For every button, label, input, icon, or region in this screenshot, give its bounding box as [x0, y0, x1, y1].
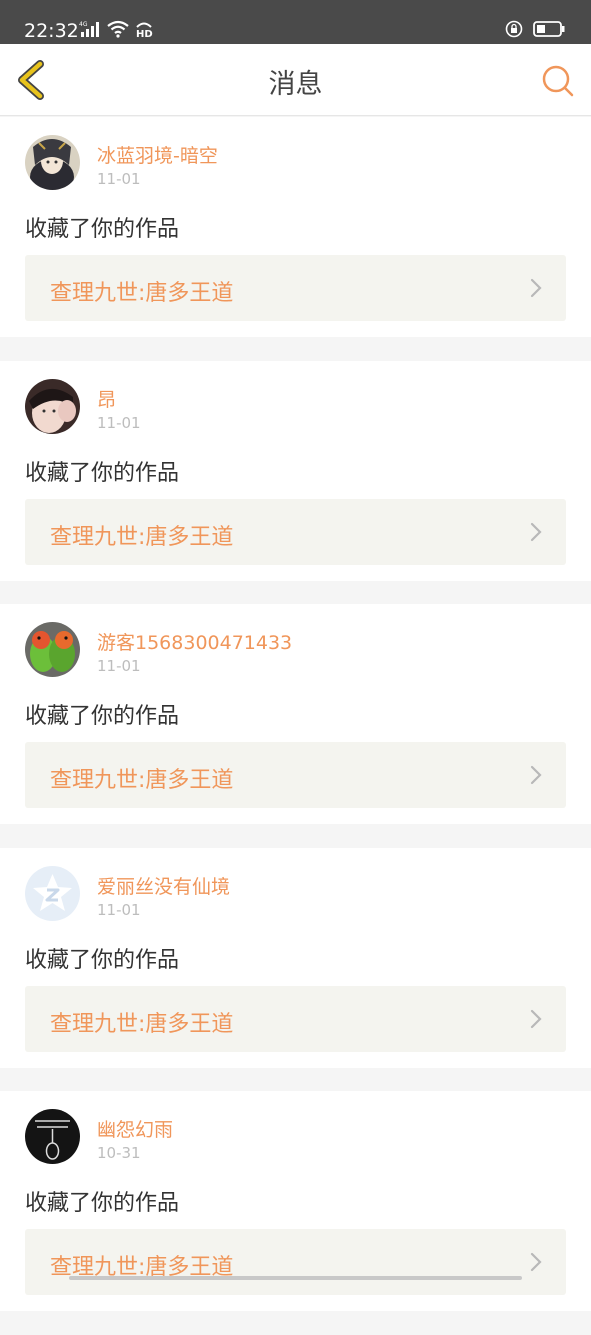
work-link[interactable]: 查理九世:唐多王道	[25, 742, 566, 808]
work-link[interactable]: 查理九世:唐多王道	[25, 255, 566, 321]
avatar[interactable]	[25, 622, 80, 677]
rotation-lock-icon	[505, 20, 523, 38]
chevron-right-icon	[528, 521, 544, 543]
message-date: 11-01	[97, 170, 141, 188]
avatar[interactable]	[25, 1109, 80, 1164]
message-card[interactable]: 冰蓝羽境-暗空 11-01 收藏了你的作品 查理九世:唐多王道	[0, 117, 591, 337]
work-link[interactable]: 查理九世:唐多王道	[25, 1229, 566, 1295]
username[interactable]: 幽怨幻雨	[97, 1115, 173, 1142]
work-link[interactable]: 查理九世:唐多王道	[25, 499, 566, 565]
avatar[interactable]	[25, 866, 80, 921]
nav-bar: 消息	[0, 44, 591, 116]
chevron-right-icon	[528, 1008, 544, 1030]
wifi-icon	[107, 20, 129, 38]
network-type: 4G	[79, 21, 88, 28]
message-list: 冰蓝羽境-暗空 11-01 收藏了你的作品 查理九世:唐多王道 昂 11-01 …	[0, 117, 591, 1335]
username[interactable]: 游客1568300471433	[97, 628, 292, 655]
message-date: 11-01	[97, 657, 141, 675]
work-title: 查理九世:唐多王道	[50, 519, 233, 551]
message-action: 收藏了你的作品	[25, 455, 179, 487]
page-title: 消息	[0, 62, 591, 101]
username[interactable]: 昂	[97, 385, 116, 412]
message-date: 11-01	[97, 901, 141, 919]
message-card[interactable]: 游客1568300471433 11-01 收藏了你的作品 查理九世:唐多王道	[0, 604, 591, 824]
status-right	[505, 20, 565, 38]
message-action: 收藏了你的作品	[25, 211, 179, 243]
cellular-signal-icon: 4G	[79, 20, 103, 38]
work-title: 查理九世:唐多王道	[50, 1006, 233, 1038]
username[interactable]: 冰蓝羽境-暗空	[97, 141, 218, 168]
battery-icon	[533, 20, 565, 38]
hd-icon: HD	[133, 20, 155, 38]
message-card[interactable]: 爱丽丝没有仙境 11-01 收藏了你的作品 查理九世:唐多王道	[0, 848, 591, 1068]
dark-avatar-image	[25, 1109, 80, 1164]
chevron-right-icon	[528, 277, 544, 299]
message-card[interactable]: 昂 11-01 收藏了你的作品 查理九世:唐多王道	[0, 361, 591, 581]
chevron-right-icon	[528, 764, 544, 786]
work-title: 查理九世:唐多王道	[50, 762, 233, 794]
message-date: 10-31	[97, 1144, 141, 1162]
hd-label: HD	[136, 29, 153, 38]
status-bar: 22:32 4G HD	[0, 0, 591, 44]
signal-icons: 4G HD	[79, 20, 155, 38]
message-action: 收藏了你的作品	[25, 698, 179, 730]
chevron-right-icon	[528, 1251, 544, 1273]
username[interactable]: 爱丽丝没有仙境	[97, 872, 230, 899]
avatar[interactable]	[25, 135, 80, 190]
search-icon[interactable]	[541, 64, 575, 98]
work-title: 查理九世:唐多王道	[50, 275, 233, 307]
anime-avatar-image	[25, 135, 80, 190]
home-indicator[interactable]	[69, 1276, 522, 1280]
avatar[interactable]	[25, 379, 80, 434]
parrot-avatar-image	[25, 622, 80, 677]
default-avatar-image	[25, 866, 80, 921]
work-link[interactable]: 查理九世:唐多王道	[25, 986, 566, 1052]
photo-avatar-image	[25, 379, 80, 434]
message-date: 11-01	[97, 414, 141, 432]
message-action: 收藏了你的作品	[25, 942, 179, 974]
status-time: 22:32	[24, 19, 79, 43]
message-action: 收藏了你的作品	[25, 1185, 179, 1217]
